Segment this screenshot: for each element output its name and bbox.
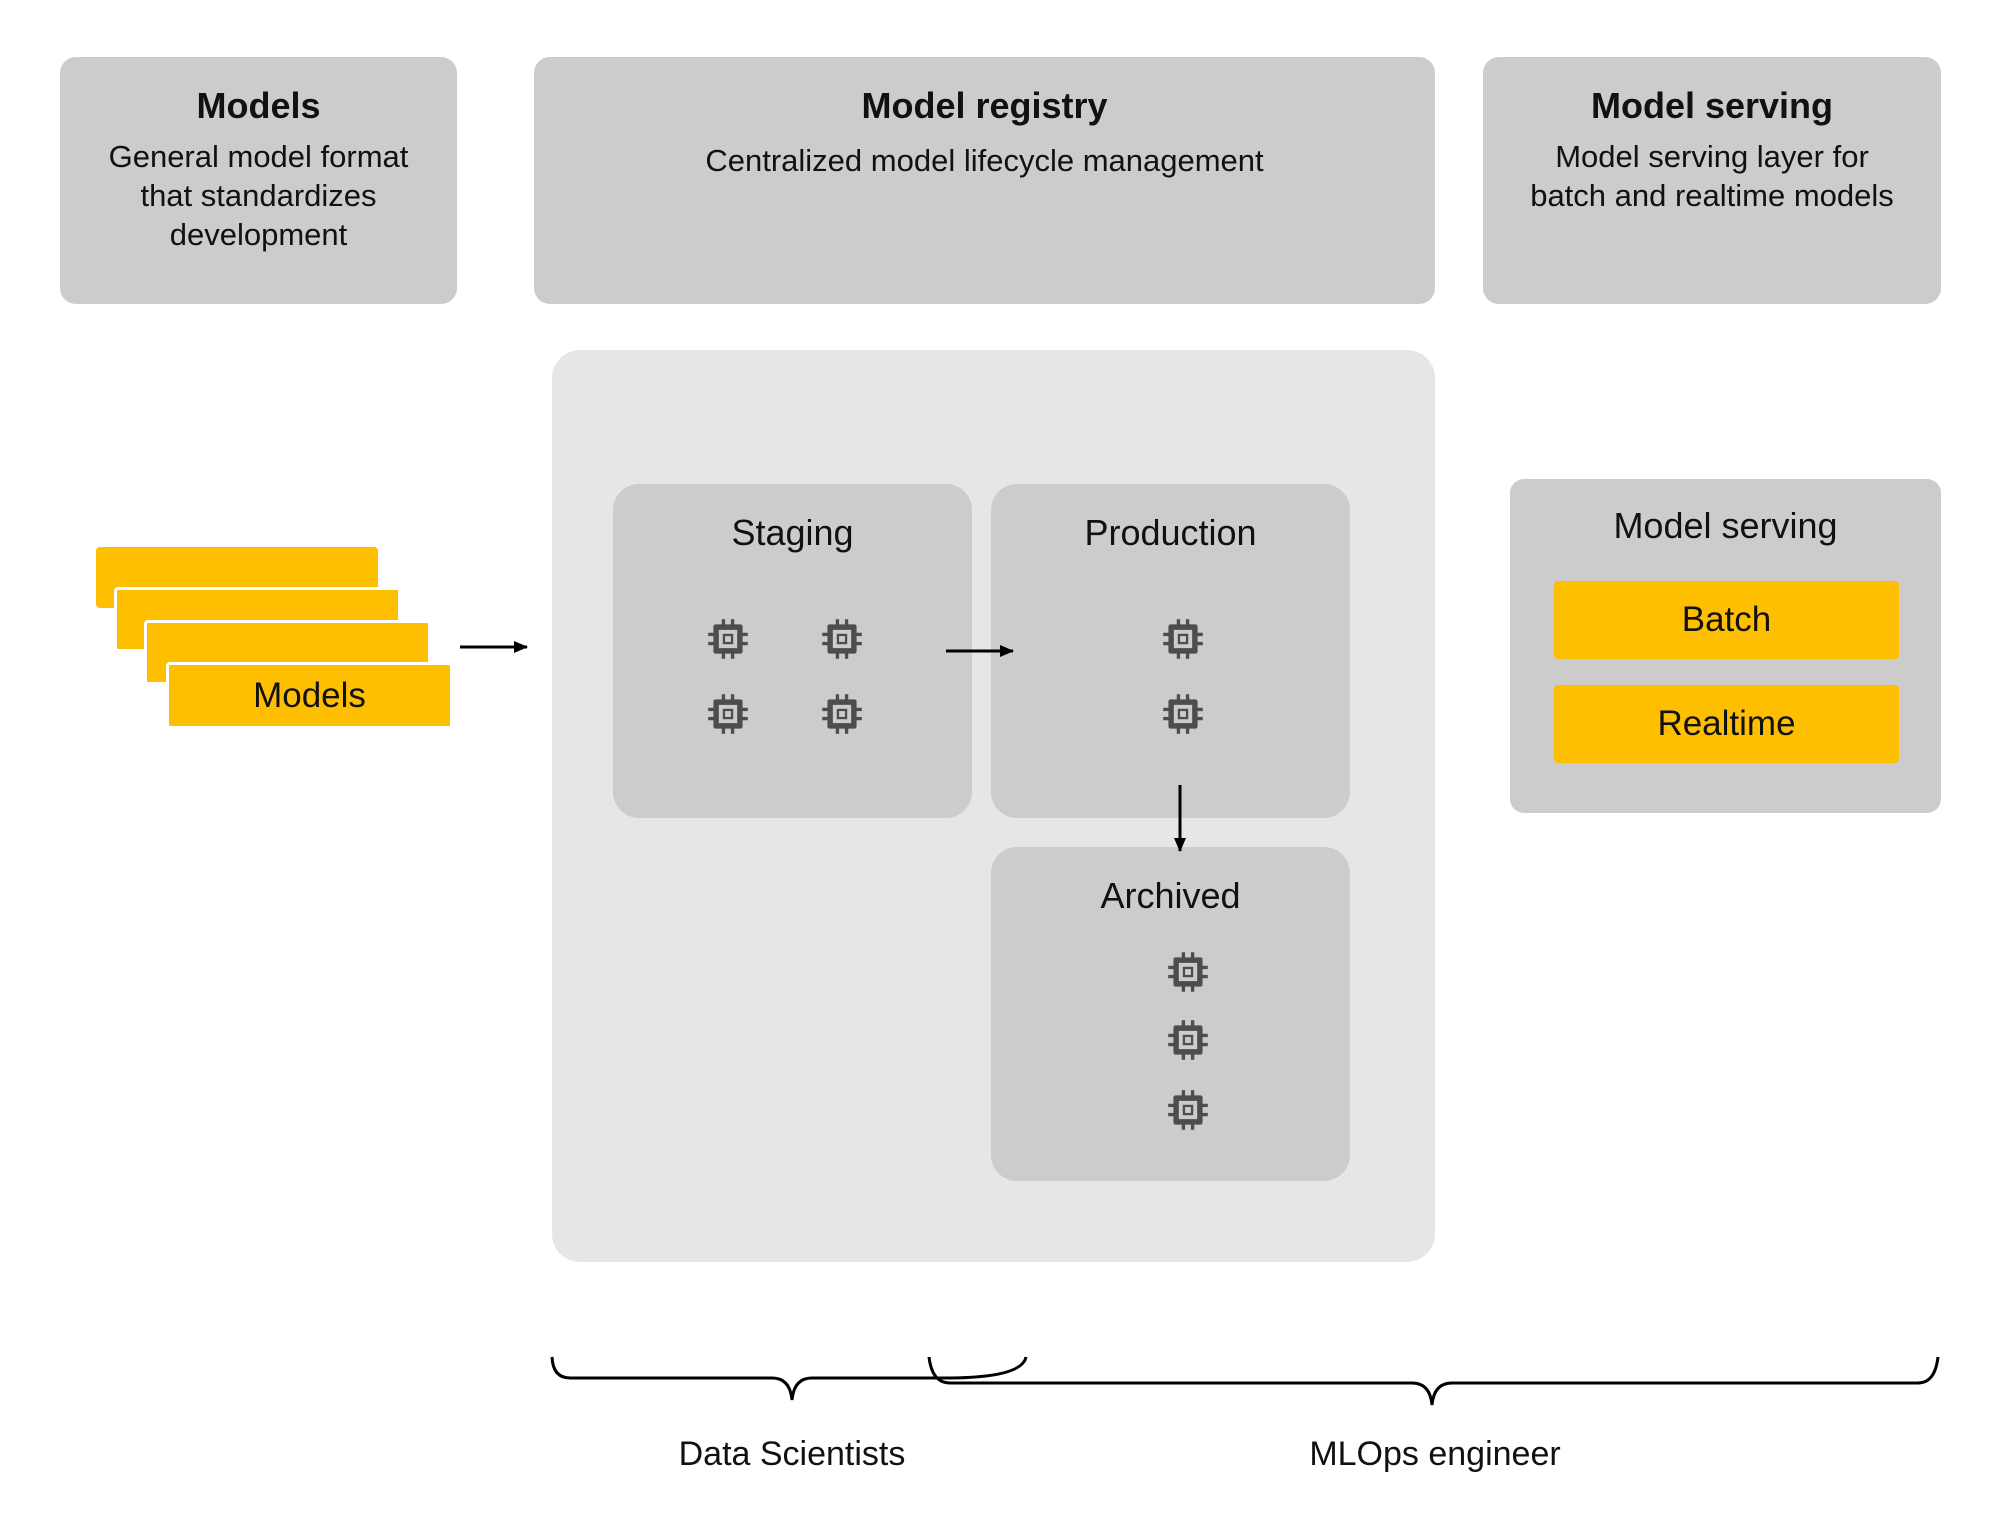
role-mlops-engineer: MLOps engineer	[1309, 1435, 1561, 1473]
role-braces	[550, 1356, 1940, 1406]
brace-mlops-engineer	[927, 1356, 1940, 1406]
brace-data-scientists	[550, 1356, 1028, 1401]
role-data-scientists: Data Scientists	[678, 1435, 906, 1473]
